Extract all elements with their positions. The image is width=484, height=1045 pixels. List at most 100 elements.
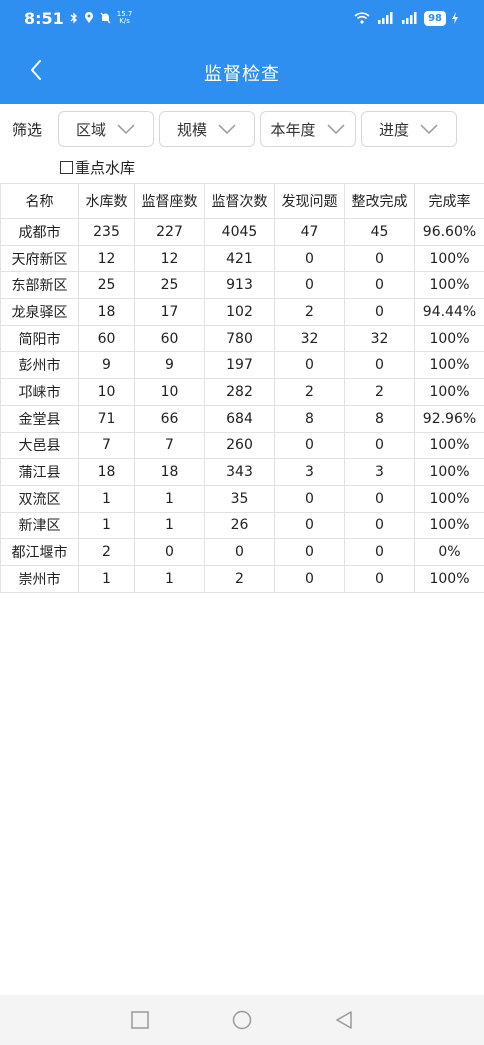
dropdown-label: 区域 xyxy=(75,120,106,139)
checkbox-box[interactable] xyxy=(60,160,73,174)
cell-supervision-times: 35 xyxy=(204,484,275,513)
back-icon xyxy=(336,1011,352,1029)
cell-rectified: 45 xyxy=(344,218,415,246)
table-row[interactable]: 都江堰市 2 0 0 0 0 0% xyxy=(0,538,484,566)
table-row[interactable]: 东部新区 25 25 913 0 0 100% xyxy=(0,271,484,300)
cell-supervision-times: 343 xyxy=(204,458,275,486)
table-row[interactable]: 简阳市 60 60 780 32 32 100% xyxy=(0,324,484,353)
cell-name: 东部新区 xyxy=(0,271,79,300)
battery-indicator: 98 xyxy=(424,10,446,26)
cell-reservoirs: 2 xyxy=(78,538,135,566)
cell-issues-found: 32 xyxy=(274,324,345,353)
cell-reservoirs: 7 xyxy=(78,431,135,460)
cell-supervision-times: 260 xyxy=(204,431,275,460)
chevron-down-icon xyxy=(117,124,135,135)
cell-rectified: 32 xyxy=(344,324,415,353)
region-filter-dropdown[interactable]: 区域 xyxy=(58,111,154,147)
cell-name: 龙泉驿区 xyxy=(0,298,79,326)
bluetooth-icon xyxy=(70,12,77,24)
scale-filter-dropdown[interactable]: 规模 xyxy=(159,111,255,147)
cell-reservoirs: 18 xyxy=(78,458,135,486)
cell-rectified: 0 xyxy=(344,351,415,380)
cell-completion-rate: 100% xyxy=(414,378,484,406)
table-row[interactable]: 彭州市 9 9 197 0 0 100% xyxy=(0,351,484,380)
cell-supervised-count: 18 xyxy=(134,458,205,486)
checkbox-label: 重点水库 xyxy=(75,158,136,177)
cell-rectified: 0 xyxy=(344,431,415,460)
cell-supervised-count: 9 xyxy=(134,351,205,380)
cell-reservoirs: 60 xyxy=(78,324,135,353)
system-back-button[interactable] xyxy=(333,1009,355,1031)
table-header-row: 名称 水库数 监督座数 监督次数 发现问题 整改完成 完成率 xyxy=(0,183,484,219)
cell-supervised-count: 227 xyxy=(134,218,205,246)
cell-completion-rate: 96.60% xyxy=(414,218,484,246)
cell-rectified: 3 xyxy=(344,458,415,486)
cell-supervised-count: 17 xyxy=(134,298,205,326)
cell-completion-rate: 100% xyxy=(414,564,484,593)
cell-completion-rate: 100% xyxy=(414,351,484,380)
column-header-rectified: 整改完成 xyxy=(344,183,415,219)
recent-apps-button[interactable] xyxy=(129,1009,151,1031)
cell-name: 邛崃市 xyxy=(0,378,79,406)
cell-supervised-count: 1 xyxy=(134,484,205,513)
wifi-icon xyxy=(354,12,370,24)
cell-supervision-times: 780 xyxy=(204,324,275,353)
recent-apps-icon xyxy=(131,1011,149,1029)
cell-reservoirs: 1 xyxy=(78,564,135,593)
cell-name: 彭州市 xyxy=(0,351,79,380)
cell-completion-rate: 100% xyxy=(414,271,484,300)
cell-supervised-count: 7 xyxy=(134,431,205,460)
cell-supervised-count: 25 xyxy=(134,271,205,300)
home-icon xyxy=(232,1010,252,1030)
filter-bar: 筛选 区域 规模 本年度 进度 xyxy=(0,104,484,154)
column-header-supervised-count: 监督座数 xyxy=(134,183,205,219)
key-reservoir-checkbox[interactable]: 重点水库 xyxy=(60,156,135,178)
cell-rectified: 0 xyxy=(344,244,415,273)
table-row[interactable]: 金堂县 71 66 684 8 8 92.96% xyxy=(0,404,484,433)
cell-supervised-count: 10 xyxy=(134,378,205,406)
table-row[interactable]: 成都市 235 227 4045 47 45 96.60% xyxy=(0,218,484,246)
cell-rectified: 0 xyxy=(344,484,415,513)
home-button[interactable] xyxy=(231,1009,253,1031)
dropdown-label: 本年度 xyxy=(270,120,316,139)
dropdown-label: 规模 xyxy=(176,120,207,139)
cell-rectified: 8 xyxy=(344,404,415,433)
cell-completion-rate: 94.44% xyxy=(414,298,484,326)
cell-name: 蒲江县 xyxy=(0,458,79,486)
table-row[interactable]: 新津区 1 1 26 0 0 100% xyxy=(0,511,484,540)
cell-issues-found: 0 xyxy=(274,484,345,513)
cell-issues-found: 0 xyxy=(274,564,345,593)
cell-supervised-count: 60 xyxy=(134,324,205,353)
cell-reservoirs: 9 xyxy=(78,351,135,380)
cell-supervised-count: 1 xyxy=(134,564,205,593)
cell-supervised-count: 0 xyxy=(134,538,205,566)
dropdown-label: 进度 xyxy=(378,120,409,139)
table-row[interactable]: 大邑县 7 7 260 0 0 100% xyxy=(0,431,484,460)
cell-supervision-times: 26 xyxy=(204,511,275,540)
signal-icon xyxy=(378,12,393,24)
cell-supervised-count: 12 xyxy=(134,244,205,273)
cell-issues-found: 8 xyxy=(274,404,345,433)
cell-supervision-times: 282 xyxy=(204,378,275,406)
cell-supervision-times: 197 xyxy=(204,351,275,380)
table-row[interactable]: 双流区 1 1 35 0 0 100% xyxy=(0,484,484,513)
cell-issues-found: 0 xyxy=(274,271,345,300)
table-row[interactable]: 蒲江县 18 18 343 3 3 100% xyxy=(0,458,484,486)
cell-supervision-times: 2 xyxy=(204,564,275,593)
cell-supervision-times: 684 xyxy=(204,404,275,433)
table-row[interactable]: 崇州市 1 1 2 0 0 100% xyxy=(0,564,484,593)
cell-reservoirs: 71 xyxy=(78,404,135,433)
table-row[interactable]: 天府新区 12 12 421 0 0 100% xyxy=(0,244,484,273)
cell-issues-found: 47 xyxy=(274,218,345,246)
cell-name: 崇州市 xyxy=(0,564,79,593)
cell-name: 新津区 xyxy=(0,511,79,540)
table-row[interactable]: 龙泉驿区 18 17 102 2 0 94.44% xyxy=(0,298,484,326)
cell-supervision-times: 4045 xyxy=(204,218,275,246)
cell-completion-rate: 100% xyxy=(414,511,484,540)
cell-supervised-count: 66 xyxy=(134,404,205,433)
table-row[interactable]: 邛崃市 10 10 282 2 2 100% xyxy=(0,378,484,406)
year-filter-dropdown[interactable]: 本年度 xyxy=(260,111,356,147)
progress-filter-dropdown[interactable]: 进度 xyxy=(361,111,457,147)
location-icon xyxy=(84,12,93,23)
cell-completion-rate: 0% xyxy=(414,538,484,566)
